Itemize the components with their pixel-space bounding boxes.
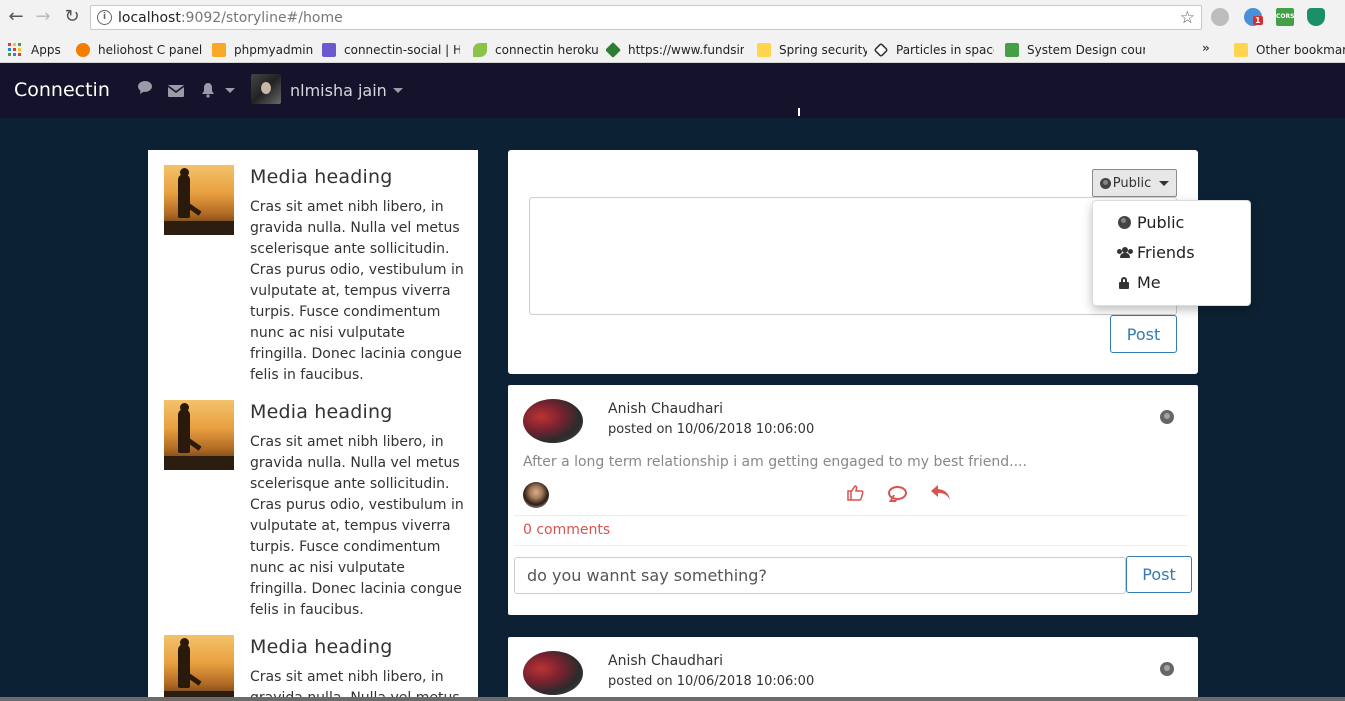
- globe-icon: [1099, 177, 1111, 189]
- bookmark-star-icon[interactable]: ☆: [1180, 8, 1195, 28]
- extension-badge: 1: [1253, 16, 1263, 25]
- bookmark-particles[interactable]: Particles in space: [874, 41, 994, 58]
- apps-grid-icon: [8, 43, 21, 56]
- thumbs-up-icon[interactable]: [847, 484, 864, 501]
- privacy-option-friends[interactable]: Friends: [1117, 243, 1195, 262]
- reload-icon[interactable]: ↻: [62, 7, 82, 27]
- author-avatar[interactable]: [523, 399, 583, 443]
- author-avatar[interactable]: [523, 651, 583, 695]
- globe-icon: [1160, 662, 1174, 676]
- post-author[interactable]: Anish Chaudhari: [608, 653, 723, 669]
- phpmyadmin-icon: [212, 42, 226, 57]
- info-icon[interactable]: i: [97, 10, 112, 25]
- media-thumbnail: [164, 400, 234, 470]
- cors-extension-icon[interactable]: CORS: [1276, 8, 1294, 26]
- folder-icon: [1234, 42, 1248, 57]
- globe-icon: [1160, 410, 1174, 424]
- bookmark-apps[interactable]: Apps: [8, 41, 61, 58]
- notifications-caret-icon[interactable]: [225, 88, 235, 93]
- comment-icon[interactable]: [888, 486, 907, 500]
- media-thumbnail: [164, 165, 234, 235]
- codepen-icon: [874, 42, 889, 57]
- cpanel-icon: [76, 42, 90, 57]
- media-thumbnail: [164, 635, 234, 701]
- media-heading: Media heading: [250, 166, 393, 188]
- diamond-icon: [606, 41, 621, 58]
- lock-icon: [1117, 276, 1131, 289]
- bookmark-phpmyadmin[interactable]: phpmyadmin: [212, 41, 317, 58]
- other-bookmarks[interactable]: Other bookmarks: [1234, 41, 1345, 58]
- privacy-option-me[interactable]: Me: [1117, 273, 1161, 292]
- users-icon: [1117, 247, 1133, 258]
- post-card: Anish Chaudhari posted on 10/06/2018 10:…: [508, 385, 1198, 615]
- post-button[interactable]: Post: [1110, 315, 1177, 353]
- divider: [514, 545, 1188, 546]
- privacy-dropdown-menu: Public Friends Me: [1092, 200, 1251, 306]
- post-card: Anish Chaudhari posted on 10/06/2018 10:…: [508, 637, 1198, 701]
- url-text[interactable]: localhost:9092/storyline#/home: [118, 10, 343, 26]
- app-navbar: Connectin nlmisha jain: [0, 63, 1345, 118]
- media-text: Cras sit amet nibh libero, in gravida nu…: [250, 669, 460, 701]
- user-name[interactable]: nlmisha jain: [290, 81, 387, 100]
- post-content: After a long term relationship i am gett…: [523, 454, 1027, 470]
- forward-arrow-icon[interactable]: →: [33, 7, 53, 27]
- browser-toolbar: ← → ↻ i localhost:9092/storyline#/home ☆…: [0, 0, 1345, 36]
- extension-translate-icon[interactable]: 1: [1244, 8, 1263, 26]
- more-bookmarks-chevron[interactable]: »: [1202, 41, 1210, 55]
- user-menu-caret-icon[interactable]: [393, 88, 403, 93]
- media-heading: Media heading: [250, 636, 393, 658]
- folder-icon: [757, 42, 771, 57]
- bookmarks-bar: Apps heliohost C panel phpmyadmin connec…: [0, 36, 1345, 63]
- bookmark-system-design[interactable]: System Design cours: [1005, 41, 1145, 58]
- bookmark-fundsindia[interactable]: https://www.fundsin: [606, 41, 744, 58]
- bookmark-spring-security[interactable]: Spring security: [757, 41, 867, 58]
- media-heading: Media heading: [250, 401, 393, 423]
- media-list-panel: Media heading Cras sit amet nibh libero,…: [148, 150, 478, 701]
- reply-icon[interactable]: [930, 484, 950, 500]
- comment-post-button[interactable]: Post: [1126, 556, 1192, 593]
- back-arrow-icon[interactable]: ←: [6, 7, 26, 27]
- liker-avatar[interactable]: [523, 482, 549, 508]
- privacy-dropdown-button[interactable]: Public: [1092, 169, 1177, 197]
- divider: [514, 515, 1188, 516]
- divider-mark: [798, 108, 800, 116]
- bookmark-heliohost[interactable]: heliohost C panel: [76, 41, 206, 58]
- caret-down-icon: [1159, 180, 1170, 186]
- privacy-option-public[interactable]: Public: [1117, 213, 1184, 232]
- leaf-icon: [473, 42, 487, 57]
- comments-count-link[interactable]: 0 comments: [523, 522, 610, 538]
- brand-logo[interactable]: Connectin: [14, 79, 110, 101]
- taskbar-edge: [0, 697, 1345, 701]
- address-bar[interactable]: i localhost:9092/storyline#/home ☆: [90, 5, 1202, 30]
- post-date: posted on 10/06/2018 10:06:00: [608, 422, 815, 437]
- heroku-icon: [322, 42, 336, 57]
- extension-globe-icon[interactable]: [1211, 8, 1229, 26]
- shield-extension-icon[interactable]: [1307, 8, 1325, 26]
- bell-icon[interactable]: [200, 82, 216, 102]
- post-textarea[interactable]: [529, 197, 1177, 315]
- user-avatar[interactable]: [251, 74, 281, 104]
- post-author[interactable]: Anish Chaudhari: [608, 401, 723, 417]
- media-text: Cras sit amet nibh libero, in gravida nu…: [250, 199, 464, 383]
- globe-icon: [1117, 216, 1131, 229]
- comment-input[interactable]: do you wannt say something?: [514, 557, 1126, 594]
- media-text: Cras sit amet nibh libero, in gravida nu…: [250, 434, 464, 618]
- chat-icon[interactable]: [137, 80, 153, 99]
- post-date: posted on 10/06/2018 10:06:00: [608, 674, 815, 689]
- bookmark-connectin-heroku[interactable]: connectin heroku: [473, 41, 598, 58]
- mail-icon[interactable]: [167, 82, 185, 101]
- course-icon: [1005, 42, 1019, 57]
- bookmark-connectin-social[interactable]: connectin-social | He: [322, 41, 460, 58]
